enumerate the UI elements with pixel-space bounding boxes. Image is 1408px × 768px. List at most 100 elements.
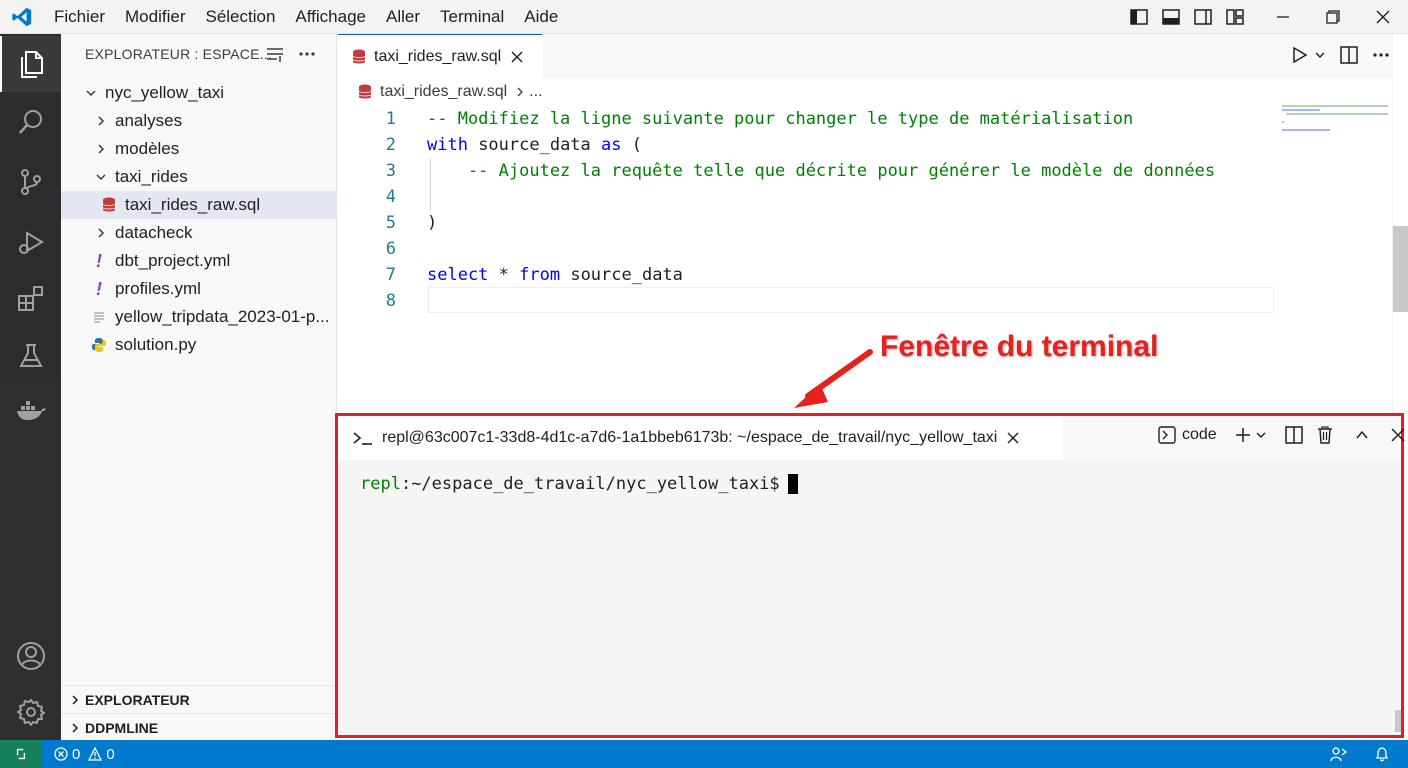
tree-item-label: taxi_rides_raw.sql [125, 195, 261, 214]
annotation-label: Fenêtre du terminal [880, 330, 1159, 363]
terminal-scrollbar-thumb[interactable] [1395, 710, 1401, 732]
restore-icon[interactable] [1308, 0, 1358, 34]
menu-aide[interactable]: Aide [514, 0, 568, 34]
text-file-icon [91, 308, 107, 326]
tree-item-label: profiles.yml [115, 279, 201, 298]
line-number: 8 [385, 291, 396, 311]
current-line-highlight [428, 287, 1274, 313]
close-tab-icon[interactable] [511, 51, 523, 63]
tree-folder-datacheck[interactable]: datacheck [61, 219, 337, 247]
menu-terminal[interactable]: Terminal [430, 0, 514, 34]
problems-status[interactable]: 0 0 [54, 740, 115, 768]
terminal-prompt: repl:~/espace_de_travail/nyc_yellow_taxi… [360, 474, 798, 494]
activity-bar [0, 34, 61, 740]
terminal-shell-icon[interactable] [1158, 426, 1176, 444]
section-label: EXPLORATEUR [85, 691, 190, 708]
database-icon [358, 84, 372, 100]
warning-icon [88, 747, 103, 761]
list-view-icon[interactable] [265, 45, 285, 63]
tree-item-label: dbt_project.yml [115, 251, 231, 270]
chevron-down-icon [83, 85, 99, 101]
chevron-right-icon [67, 722, 83, 734]
code-line: -- Ajoutez la requête telle que décrite … [427, 158, 1215, 184]
close-window-icon[interactable] [1358, 0, 1408, 34]
explorer-header: EXPLORATEUR : ESPACE... [85, 46, 272, 62]
tree-folder-modeles[interactable]: modèles [61, 135, 337, 163]
source-control-icon[interactable] [0, 154, 61, 210]
terminal-dropdown-chevron-icon[interactable] [1255, 429, 1267, 441]
section-explorateur[interactable]: EXPLORATEUR [61, 685, 337, 713]
scrollbar-thumb[interactable] [1393, 226, 1408, 312]
terminal-tab[interactable]: repl@63c007c1-33d8-4d1c-a7d6-1a1bbeb6173… [338, 416, 1063, 460]
code-token: with [427, 135, 468, 155]
tree-file-dbt-project-yml[interactable]: ! dbt_project.yml [61, 247, 337, 275]
editor-scrollbar[interactable] [1392, 34, 1408, 412]
section-ddpmline[interactable]: DDPMLINE [61, 713, 337, 741]
close-panel-icon[interactable] [1391, 428, 1405, 442]
testing-flask-icon[interactable] [0, 328, 61, 384]
tree-folder-taxi-rides[interactable]: taxi_rides [61, 163, 337, 191]
code-token: as [601, 135, 622, 155]
terminal-cursor [787, 474, 798, 494]
menu-aller[interactable]: Aller [376, 0, 430, 34]
tree-item-label: yellow_tripdata_2023-01-p... [115, 307, 330, 326]
tree-item-label: nyc_yellow_taxi [105, 83, 225, 102]
terminal-body[interactable]: repl:~/espace_de_travail/nyc_yellow_taxi… [338, 460, 1401, 735]
kill-terminal-trash-icon[interactable] [1317, 426, 1333, 444]
menu-selection[interactable]: Sélection [195, 0, 285, 34]
tree-item-label: analyses [115, 111, 183, 130]
database-icon [352, 49, 366, 65]
toggle-primary-sidebar-icon[interactable] [1126, 4, 1152, 30]
yaml-file-icon: ! [96, 278, 102, 299]
maximize-panel-chevron-up-icon[interactable] [1355, 429, 1369, 441]
tree-folder-analyses[interactable]: analyses [61, 107, 337, 135]
editor-more-icon[interactable] [1372, 46, 1390, 64]
code-token: source_data [560, 265, 683, 285]
live-share-icon[interactable] [1330, 746, 1348, 762]
docker-icon[interactable] [0, 382, 61, 438]
terminal-shell-label[interactable]: code [1182, 426, 1217, 444]
code-token: -- Modifiez la ligne suivante pour chang… [427, 109, 1134, 129]
toggle-panel-icon[interactable] [1158, 4, 1184, 30]
breadcrumb-file[interactable]: taxi_rides_raw.sql [380, 83, 507, 101]
run-debug-icon[interactable] [0, 214, 61, 270]
more-actions-icon[interactable] [297, 45, 317, 63]
breadcrumb-more[interactable]: ... [529, 83, 542, 101]
tree-file-solution-py[interactable]: solution.py [61, 331, 337, 359]
run-play-icon[interactable] [1292, 46, 1308, 64]
code-line: ) [427, 210, 437, 236]
split-editor-icon[interactable] [1340, 46, 1358, 64]
indent-guide [430, 158, 431, 210]
prompt-user: repl [360, 474, 401, 494]
tree-file-profiles-yml[interactable]: ! profiles.yml [61, 275, 337, 303]
line-number: 7 [385, 265, 396, 285]
line-number: 5 [385, 213, 396, 233]
toggle-secondary-sidebar-icon[interactable] [1190, 4, 1216, 30]
customize-layout-icon[interactable] [1222, 4, 1248, 30]
tree-root-folder[interactable]: nyc_yellow_taxi [61, 79, 337, 107]
new-terminal-plus-icon[interactable] [1235, 427, 1251, 443]
search-icon[interactable] [0, 94, 61, 150]
tree-file-taxi-rides-raw-sql[interactable]: taxi_rides_raw.sql [61, 191, 337, 219]
account-icon[interactable] [0, 628, 61, 684]
settings-gear-icon[interactable] [0, 684, 61, 740]
notifications-bell-icon[interactable] [1374, 746, 1390, 762]
split-terminal-icon[interactable] [1284, 426, 1303, 444]
code-line: select * from source_data [427, 262, 683, 288]
tree-file-yellow-tripdata[interactable]: yellow_tripdata_2023-01-p... [61, 303, 337, 331]
menu-affichage[interactable]: Affichage [285, 0, 376, 34]
error-count: 0 [72, 745, 81, 763]
menu-modifier[interactable]: Modifier [115, 0, 195, 34]
editor-tab-taxi-rides-raw[interactable]: taxi_rides_raw.sql [338, 34, 542, 78]
error-icon [54, 747, 68, 761]
python-icon [91, 336, 107, 354]
explorer-icon[interactable] [0, 36, 61, 92]
remote-indicator-icon[interactable] [0, 740, 42, 768]
menu-fichier[interactable]: Fichier [44, 0, 115, 34]
close-terminal-tab-icon[interactable] [1007, 432, 1019, 444]
section-label: DDPMLINE [85, 719, 159, 736]
run-dropdown-chevron-icon[interactable] [1314, 49, 1326, 61]
extensions-icon[interactable] [0, 270, 61, 326]
minimap[interactable] [1280, 100, 1390, 160]
minimize-icon[interactable] [1258, 0, 1308, 34]
